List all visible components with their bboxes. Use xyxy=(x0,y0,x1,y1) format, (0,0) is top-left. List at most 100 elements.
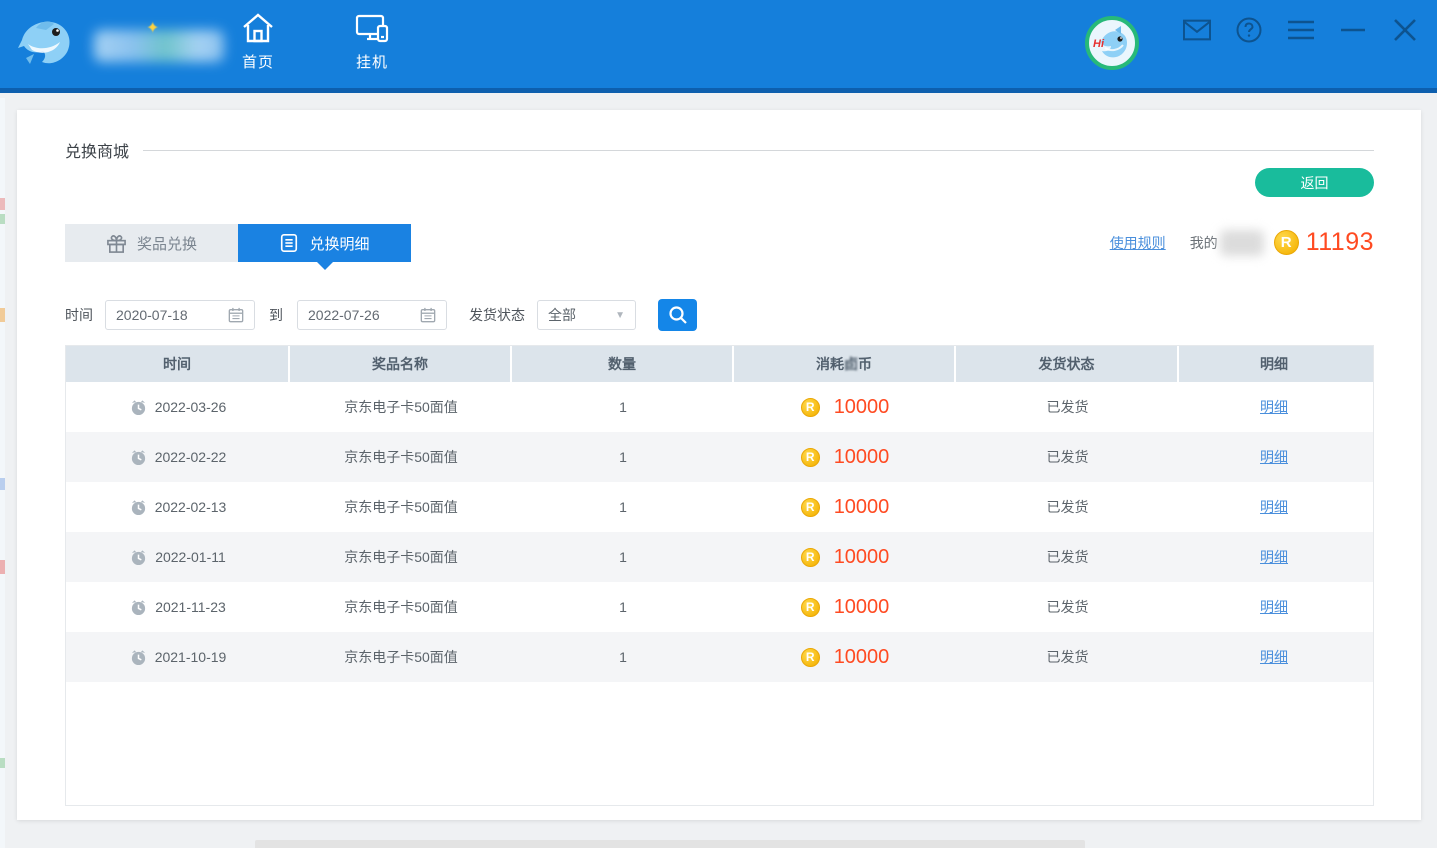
date-from-input[interactable]: 2020-07-18 xyxy=(105,300,255,330)
tab-prize-exchange[interactable]: 奖品兑换 xyxy=(65,224,238,262)
detail-link[interactable]: 明细 xyxy=(1260,447,1288,467)
table-row: 2021-11-23 京东电子卡50面值 1 R 10000 已发货 明细 xyxy=(66,582,1373,632)
cell-quantity: 1 xyxy=(512,532,734,582)
cell-quantity: 1 xyxy=(512,432,734,482)
cell-date: 2022-02-13 xyxy=(66,482,290,532)
detail-link[interactable]: 明细 xyxy=(1260,547,1288,567)
active-tab-arrow xyxy=(317,262,333,270)
column-header: 奖品名称 xyxy=(290,346,512,382)
minimize-icon[interactable] xyxy=(1339,16,1367,44)
nav-label-home: 首页 xyxy=(242,51,274,72)
cell-prize-name: 京东电子卡50面值 xyxy=(290,632,512,682)
coin-icon: R xyxy=(801,498,820,517)
usage-rules-link[interactable]: 使用规则 xyxy=(1110,233,1166,253)
content-card: 兑换商城 返回 奖品兑换 兑换明细 使用规则 我的 xyxy=(17,110,1421,820)
time-filter-label: 时间 xyxy=(65,305,93,325)
table-row: 2022-02-22 京东电子卡50面值 1 R 10000 已发货 明细 xyxy=(66,432,1373,482)
cell-date: 2022-02-22 xyxy=(66,432,290,482)
clock-icon xyxy=(130,499,147,516)
cell-ship-status: 已发货 xyxy=(956,432,1179,482)
my-coins-label: 我的 xyxy=(1190,233,1218,253)
cell-coins: R 10000 xyxy=(734,382,956,432)
table-header-row: 时间奖品名称数量消耗卣币发货状态明细 xyxy=(66,346,1373,382)
search-icon xyxy=(668,305,688,325)
cell-quantity: 1 xyxy=(512,632,734,682)
clock-icon xyxy=(130,599,147,616)
home-icon xyxy=(240,10,276,46)
date-to-input[interactable]: 2022-07-26 xyxy=(297,300,447,330)
page-title: 兑换商城 xyxy=(65,138,129,162)
divider xyxy=(143,150,1374,151)
sparkle-icon: ✦ xyxy=(146,18,159,38)
cell-coins: R 10000 xyxy=(734,432,956,482)
main-nav: 首页 挂机 xyxy=(218,10,412,72)
avatar[interactable]: Hi xyxy=(1085,16,1139,70)
cell-detail: 明细 xyxy=(1179,632,1369,682)
avatar-hi-badge: Hi xyxy=(1093,38,1104,50)
cell-date: 2022-01-11 xyxy=(66,532,290,582)
cell-coins: R 10000 xyxy=(734,482,956,532)
cell-quantity: 1 xyxy=(512,582,734,632)
cell-ship-status: 已发货 xyxy=(956,532,1179,582)
cell-date: 2021-11-23 xyxy=(66,582,290,632)
coin-icon: R xyxy=(1274,230,1299,255)
cell-detail: 明细 xyxy=(1179,482,1369,532)
cell-date: 2021-10-19 xyxy=(66,632,290,682)
tab-label: 兑换明细 xyxy=(309,233,369,254)
coin-icon: R xyxy=(801,448,820,467)
cell-prize-name: 京东电子卡50面值 xyxy=(290,532,512,582)
nav-item-home[interactable]: 首页 xyxy=(218,10,298,72)
column-header: 明细 xyxy=(1179,346,1369,382)
tab-exchange-detail[interactable]: 兑换明细 xyxy=(238,224,411,262)
calendar-icon xyxy=(228,307,244,323)
cell-quantity: 1 xyxy=(512,482,734,532)
cell-coins: R 10000 xyxy=(734,632,956,682)
nav-item-idle[interactable]: 挂机 xyxy=(332,10,412,72)
date-to-value: 2022-07-26 xyxy=(308,307,420,323)
filter-bar: 时间 2020-07-18 到 2022-07-26 发货状态 全部 ▼ xyxy=(65,299,697,331)
cell-coins: R 10000 xyxy=(734,532,956,582)
gift-icon xyxy=(106,233,127,254)
section-header: 兑换商城 xyxy=(65,138,1374,162)
cell-ship-status: 已发货 xyxy=(956,632,1179,682)
back-button[interactable]: 返回 xyxy=(1255,168,1374,197)
table-row: 2021-10-19 京东电子卡50面值 1 R 10000 已发货 明细 xyxy=(66,632,1373,682)
clock-icon xyxy=(130,549,147,566)
status-select-value: 全部 xyxy=(548,305,615,325)
column-header: 时间 xyxy=(66,346,290,382)
detail-link[interactable]: 明细 xyxy=(1260,597,1288,617)
list-icon xyxy=(279,233,299,253)
mail-icon[interactable] xyxy=(1183,16,1211,44)
help-icon[interactable] xyxy=(1235,16,1263,44)
column-header: 发货状态 xyxy=(956,346,1179,382)
background-window-peek xyxy=(0,98,5,848)
background-taskbar-sliver xyxy=(255,840,1085,848)
date-from-value: 2020-07-18 xyxy=(116,307,228,323)
cell-prize-name: 京东电子卡50面值 xyxy=(290,482,512,532)
coin-icon: R xyxy=(801,398,820,417)
cell-prize-name: 京东电子卡50面值 xyxy=(290,382,512,432)
nav-label-idle: 挂机 xyxy=(356,51,388,72)
titlebar-right: Hi xyxy=(1085,0,1419,93)
table-row: 2022-02-13 京东电子卡50面值 1 R 10000 已发货 明细 xyxy=(66,482,1373,532)
dolphin-logo-icon xyxy=(16,14,80,74)
status-select[interactable]: 全部 ▼ xyxy=(537,300,636,330)
close-icon[interactable] xyxy=(1391,16,1419,44)
table-row: 2022-03-26 京东电子卡50面值 1 R 10000 已发货 明细 xyxy=(66,382,1373,432)
table-body: 2022-03-26 京东电子卡50面值 1 R 10000 已发货 明细 20… xyxy=(66,382,1373,682)
detail-link[interactable]: 明细 xyxy=(1260,397,1288,417)
coin-icon: R xyxy=(801,598,820,617)
app-logo: ✦ xyxy=(16,12,246,78)
menu-icon[interactable] xyxy=(1287,16,1315,44)
search-button[interactable] xyxy=(658,299,697,331)
detail-link[interactable]: 明细 xyxy=(1260,647,1288,667)
coin-icon: R xyxy=(801,648,820,667)
detail-link[interactable]: 明细 xyxy=(1260,497,1288,517)
coin-info: 使用规则 我的 R 11193 xyxy=(1110,228,1374,257)
monitor-phone-icon xyxy=(354,10,390,46)
cell-prize-name: 京东电子卡50面值 xyxy=(290,432,512,482)
chevron-down-icon: ▼ xyxy=(615,310,625,321)
tab-label: 奖品兑换 xyxy=(137,233,197,254)
coin-name-redacted xyxy=(1220,230,1264,256)
clock-icon xyxy=(130,649,147,666)
